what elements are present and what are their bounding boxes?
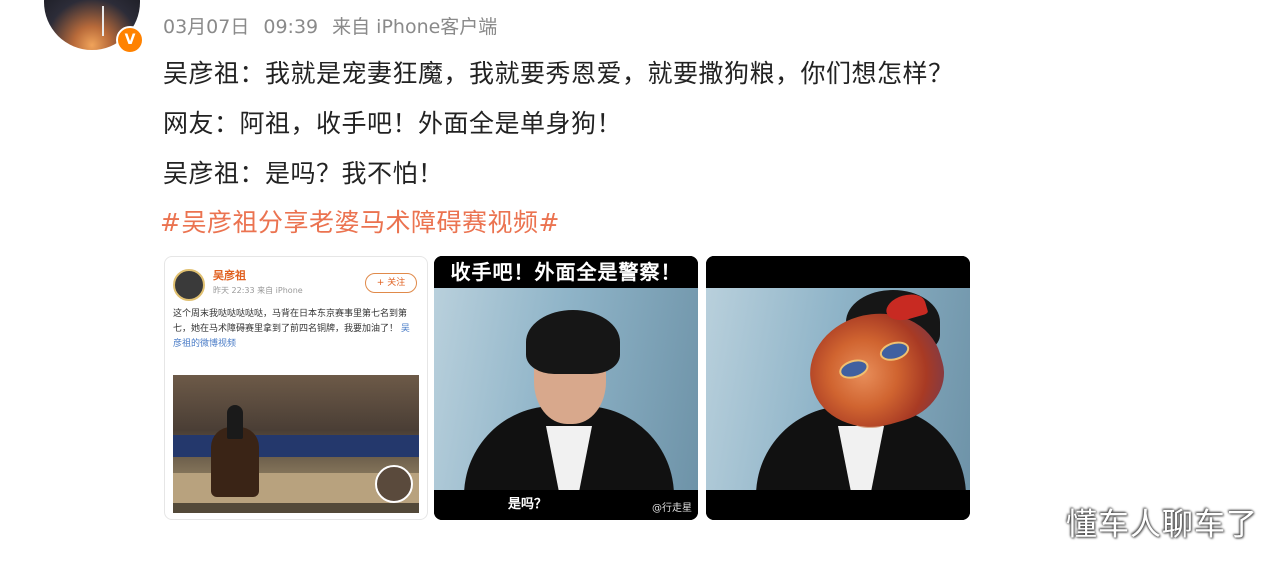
- rider-figure: [227, 405, 243, 439]
- hashtag-link[interactable]: #吴彦祖分享老婆马术障碍赛视频#: [160, 203, 560, 239]
- post-image-2[interactable]: 收手吧！外面全是警察！ 是吗？ @行走星: [434, 256, 698, 520]
- inner-post-text: 这个周末我哒哒哒哒哒，马背在日本东京赛事里第七名到第七，她在马术障碍赛里拿到了前…: [173, 307, 413, 352]
- post-text-line: 网友：阿祖，收手吧！外面全是单身狗！: [163, 109, 623, 138]
- post-date[interactable]: 03月07日: [163, 16, 249, 38]
- arena-banner: [173, 435, 419, 457]
- inner-text-body: 这个周末我哒哒哒哒哒，马背在日本东京赛事里第七名到第七，她在马术障碍赛里拿到了前…: [173, 309, 408, 334]
- post-meta: 03月07日 09:39 来自 iPhone客户端: [163, 12, 511, 39]
- mask-eye: [836, 356, 871, 382]
- verified-badge-icon: V: [116, 26, 144, 54]
- post-source: 来自 iPhone客户端: [332, 16, 498, 38]
- image-watermark: @行走星: [652, 503, 692, 514]
- meme-subtitle: 是吗？: [508, 497, 548, 512]
- post-time[interactable]: 09:39: [263, 16, 318, 38]
- avatar-decoration: [102, 6, 104, 36]
- meme-scene: [434, 286, 698, 490]
- video-control-bar: [173, 503, 419, 513]
- inner-avatar: [173, 269, 205, 301]
- inner-video-thumbnail: [173, 375, 419, 513]
- mask-scene: [706, 286, 970, 490]
- inner-post-header: 吴彦祖 昨天 22:33 来自 iPhone + 关注: [173, 267, 419, 303]
- person-hair: [526, 310, 620, 374]
- frame-top-bar: [706, 256, 970, 288]
- inner-username: 吴彦祖: [213, 269, 246, 282]
- meme-caption: 收手吧！外面全是警察！: [450, 260, 682, 284]
- post-image-3[interactable]: [706, 256, 970, 520]
- inner-meta: 昨天 22:33 来自 iPhone: [213, 286, 303, 295]
- mask-eye: [877, 338, 912, 364]
- frame-bottom-bar: [706, 490, 970, 520]
- post-image-1[interactable]: 吴彦祖 昨天 22:33 来自 iPhone + 关注 这个周末我哒哒哒哒哒，马…: [164, 256, 428, 520]
- post-text-line: 吴彦祖：是吗？我不怕！: [163, 159, 444, 188]
- inset-face: [375, 465, 413, 503]
- post-text-line: 吴彦祖：我就是宠妻狂魔，我就要秀恩爱，就要撒狗粮，你们想怎样？: [163, 59, 954, 88]
- page-watermark: 懂车人聊车了: [1066, 507, 1258, 543]
- inner-follow-button: + 关注: [365, 273, 417, 293]
